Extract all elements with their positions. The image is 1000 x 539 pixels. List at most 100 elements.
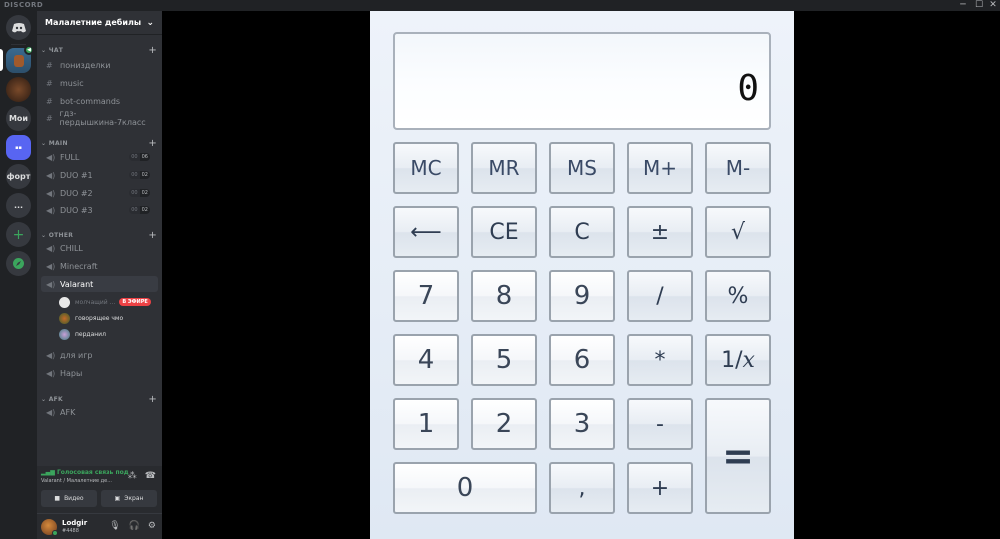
channel-text[interactable]: # гдз-пердышкина-7класс [41, 109, 158, 127]
category-label: AFK [48, 396, 64, 403]
speaker-icon: ◀) [46, 407, 56, 417]
chevron-down-icon: ⌄ [146, 17, 154, 28]
server-header[interactable]: Малалетние дебилы ⌄ [37, 11, 162, 35]
channel-text[interactable]: # music [41, 75, 158, 91]
backspace-button[interactable]: ⟵ [393, 206, 459, 258]
voice-user[interactable]: перданил [59, 327, 159, 341]
microphone-icon[interactable]: 🎙 [109, 521, 120, 531]
equals-button[interactable]: = [705, 398, 771, 514]
channel-voice[interactable]: ◀) AFK [41, 404, 158, 420]
voice-status[interactable]: ▂▄▆ Голосовая связь под [41, 469, 129, 476]
hash-icon: # [46, 60, 53, 70]
memory-clear-button[interactable]: MC [393, 142, 459, 194]
channel-voice[interactable]: ◀) DUO #1 00 02 [41, 167, 158, 183]
explore-servers-button[interactable] [6, 251, 31, 276]
voice-user[interactable]: говорящее чмо [59, 311, 159, 325]
digit-8-button[interactable]: 8 [471, 270, 537, 322]
channel-voice[interactable]: ◀) FULL 00 06 [41, 149, 158, 165]
negate-button[interactable]: ± [627, 206, 693, 258]
digit-7-button[interactable]: 7 [393, 270, 459, 322]
server-icon-selected[interactable]: ◀ [6, 45, 34, 73]
disconnect-icon[interactable]: ☎ [145, 471, 156, 481]
user-limit: 00 02 [129, 189, 150, 197]
voice-status-text: Голосовая связь под [56, 469, 129, 476]
memory-add-button[interactable]: M+ [627, 142, 693, 194]
channel-name: понизделки [60, 60, 111, 70]
locked-speaker-icon: ◀) [46, 368, 56, 378]
memory-subtract-button[interactable]: M- [705, 142, 771, 194]
channel-voice-locked[interactable]: ◀) Нары [41, 365, 158, 381]
digit-2-button[interactable]: 2 [471, 398, 537, 450]
video-button[interactable]: ■ Видео [41, 490, 97, 507]
hash-icon: # [46, 78, 53, 88]
server-icon-fort[interactable]: форт [6, 164, 31, 189]
category-main[interactable]: ⌄ MAIN + [41, 138, 157, 149]
digit-3-button[interactable]: 3 [549, 398, 615, 450]
memory-recall-button[interactable]: MR [471, 142, 537, 194]
screen-label: Экран [124, 495, 144, 502]
server-icon-moi[interactable]: Мои [6, 106, 31, 131]
speaker-icon: ◀) [46, 152, 56, 162]
user-limit-value: 02 [139, 189, 150, 197]
user-limit-value: 02 [139, 206, 150, 214]
channel-name: bot-commands [60, 96, 121, 106]
user-limit: 00 02 [129, 206, 150, 214]
multiply-button[interactable]: * [627, 334, 693, 386]
percent-button[interactable]: % [705, 270, 771, 322]
headphones-icon[interactable]: 🎧 [129, 521, 140, 531]
digit-4-button[interactable]: 4 [393, 334, 459, 386]
channel-voice[interactable]: ◀) Minecraft [41, 258, 158, 274]
divide-button[interactable]: / [627, 270, 693, 322]
hash-icon: # [46, 113, 53, 123]
digit-9-button[interactable]: 9 [549, 270, 615, 322]
calculator-display: 0 [393, 32, 771, 130]
digit-0-button[interactable]: 0 [393, 462, 537, 514]
square-root-button[interactable]: √ [705, 206, 771, 258]
channel-text[interactable]: # понизделки [41, 57, 158, 73]
screen-share-button[interactable]: ▣ Экран [101, 490, 157, 507]
digit-1-button[interactable]: 1 [393, 398, 459, 450]
user-panel: Lodgir #4488 🎙 🎧 ⚙ [37, 514, 162, 539]
add-channel-icon[interactable]: + [148, 138, 157, 149]
server-icon-dog[interactable] [6, 77, 31, 102]
digit-6-button[interactable]: 6 [549, 334, 615, 386]
server-icon-more[interactable]: ... [6, 193, 31, 218]
live-badge: В ЭФИРЕ [119, 298, 151, 306]
voice-connection-panel: ▂▄▆ Голосовая связь под Valarant / Малал… [37, 466, 162, 514]
close-button[interactable]: ✕ [984, 0, 1000, 11]
noise-suppression-icon[interactable]: ⁂ [128, 471, 137, 481]
digit-5-button[interactable]: 5 [471, 334, 537, 386]
server-name: Малалетние дебилы [45, 18, 142, 27]
add-button[interactable]: + [627, 462, 693, 514]
channel-voice-active[interactable]: ◀) Valarant [41, 276, 158, 292]
folder-icon: ▪▪ [15, 144, 22, 151]
voice-user[interactable]: молчащий ... В ЭФИРЕ [59, 295, 159, 309]
clear-button[interactable]: C [549, 206, 615, 258]
gear-icon[interactable]: ⚙ [148, 521, 156, 531]
channel-name: гдз-пердышкина-7класс [59, 109, 146, 127]
speaker-icon: ◀ [24, 45, 34, 55]
camera-icon: ■ [54, 495, 61, 502]
clear-entry-button[interactable]: CE [471, 206, 537, 258]
channel-name: Valarant [60, 279, 94, 289]
home-button[interactable] [6, 15, 31, 40]
add-server-button[interactable]: + [6, 222, 31, 247]
category-label: MAIN [48, 140, 68, 147]
user-limit-value: 06 [139, 153, 150, 161]
memory-store-button[interactable]: MS [549, 142, 615, 194]
channel-text[interactable]: # bot-commands [41, 93, 158, 109]
subtract-button[interactable]: - [627, 398, 693, 450]
channel-name: Нары [60, 368, 83, 378]
channel-voice[interactable]: ◀) CHILL [41, 240, 158, 256]
server-folder[interactable]: ▪▪ [6, 135, 31, 160]
channel-voice[interactable]: ◀) DUO #2 00 02 [41, 185, 158, 201]
add-channel-icon[interactable]: + [148, 45, 157, 56]
decimal-button[interactable]: , [549, 462, 615, 514]
channel-voice-locked[interactable]: ◀) для игр [41, 347, 158, 363]
user-count: 00 [129, 189, 140, 197]
channel-voice[interactable]: ◀) DUO #3 00 02 [41, 202, 158, 218]
reciprocal-button[interactable]: 1/x [705, 334, 771, 386]
speaker-icon: ◀) [46, 170, 56, 180]
category-chat[interactable]: ⌄ ЧАТ + [41, 45, 157, 56]
voice-channel-info[interactable]: Valarant / Малалетние де... [41, 478, 112, 484]
